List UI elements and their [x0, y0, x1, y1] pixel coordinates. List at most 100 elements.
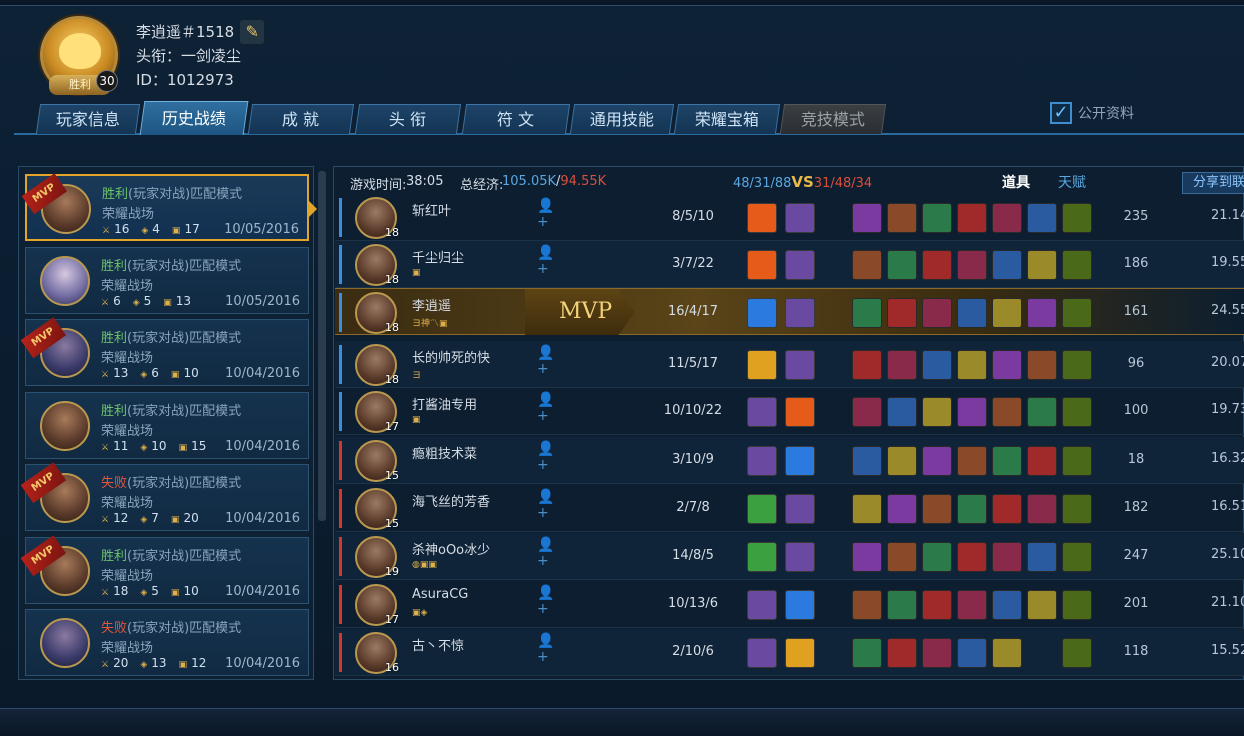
match-card[interactable]: 胜利(玩家对战)匹配模式 荣耀战场 ⚔ 11 ◈ 10 ▣ 15 10/04/2016 — [25, 392, 309, 459]
summoner-skill-icon[interactable] — [785, 250, 815, 280]
item-icon[interactable] — [922, 397, 952, 427]
item-icon[interactable] — [887, 298, 917, 328]
summoner-skill-icon[interactable] — [785, 397, 815, 427]
summoner-skill-icon[interactable] — [747, 446, 777, 476]
match-card[interactable]: 失败(玩家对战)匹配模式 荣耀战场 ⚔ 20 ◈ 13 ▣ 12 10/04/2016 — [25, 609, 309, 676]
player-row[interactable]: 15 瘾粗技术菜 👤+ 3/10/9 18 16.32 — [335, 437, 1244, 484]
item-icon[interactable] — [992, 494, 1022, 524]
match-card[interactable]: 胜利(玩家对战)匹配模式 荣耀战场 ⚔ 6 ◈ 5 ▣ 13 10/05/2016 — [25, 247, 309, 314]
match-card[interactable]: MVP 胜利(玩家对战)匹配模式 荣耀战场 ⚔ 13 ◈ 6 ▣ 10 10/04/2… — [20, 317, 309, 386]
player-row[interactable]: 18 长的帅死的快ヨ 👤+ 11/5/17 96 20.07 — [335, 341, 1244, 388]
add-friend-icon[interactable]: 👤+ — [537, 245, 557, 277]
checkbox-checked-icon[interactable]: ✓ — [1050, 102, 1072, 124]
item-icon[interactable] — [922, 638, 952, 668]
edit-pencil-icon[interactable]: ✎ — [240, 20, 265, 44]
summoner-skill-icon[interactable] — [785, 638, 815, 668]
public-profile-toggle[interactable]: ✓ 公开资料 — [1050, 102, 1134, 124]
item-icon[interactable] — [1027, 203, 1057, 233]
item-icon[interactable] — [852, 446, 882, 476]
add-friend-icon[interactable]: 👤+ — [537, 441, 557, 473]
item-icon[interactable] — [1027, 590, 1057, 620]
item-icon[interactable] — [957, 638, 987, 668]
tab-common-skills[interactable]: 通用技能 — [569, 104, 675, 134]
item-icon[interactable] — [992, 590, 1022, 620]
tab-runes[interactable]: 符 文 — [461, 104, 571, 134]
player-row[interactable]: 17 打酱油专用 ▣ 👤+ 10/10/22 100 19.73 — [335, 388, 1244, 435]
item-icon[interactable] — [1027, 494, 1057, 524]
talent-icon[interactable] — [1062, 590, 1092, 620]
talent-icon[interactable] — [1062, 350, 1092, 380]
item-icon[interactable] — [992, 638, 1022, 668]
item-icon[interactable] — [922, 494, 952, 524]
item-icon[interactable] — [957, 542, 987, 572]
tab-items[interactable]: 道具 — [1002, 172, 1030, 192]
item-icon[interactable] — [922, 203, 952, 233]
item-icon[interactable] — [957, 350, 987, 380]
item-icon[interactable] — [1027, 250, 1057, 280]
summoner-skill-icon[interactable] — [785, 298, 815, 328]
item-icon[interactable] — [957, 494, 987, 524]
item-icon[interactable] — [992, 542, 1022, 572]
talent-icon[interactable] — [1062, 542, 1092, 572]
item-icon[interactable] — [957, 590, 987, 620]
match-card[interactable]: MVP 失败(玩家对战)匹配模式 荣耀战场 ⚔ 12 ◈ 7 ▣ 20 10/04/2… — [20, 462, 309, 531]
talent-icon[interactable] — [1062, 446, 1092, 476]
item-icon[interactable] — [957, 446, 987, 476]
item-icon[interactable] — [992, 203, 1022, 233]
item-icon[interactable] — [1027, 397, 1057, 427]
item-icon[interactable] — [852, 494, 882, 524]
item-icon[interactable] — [992, 298, 1022, 328]
tab-match-history[interactable]: 历史战绩 — [139, 101, 249, 135]
player-row[interactable]: 17 AsuraCG ▣◈ 👤+ 10/13/6 201 21.10 — [335, 581, 1244, 628]
item-icon[interactable] — [922, 590, 952, 620]
player-row[interactable]: 16 古丶不惊 👤+ 2/10/6 118 15.52 — [335, 629, 1244, 676]
summoner-skill-icon[interactable] — [747, 638, 777, 668]
item-icon[interactable] — [887, 250, 917, 280]
item-icon[interactable] — [957, 203, 987, 233]
add-friend-icon[interactable]: 👤+ — [537, 392, 557, 424]
item-icon[interactable] — [887, 397, 917, 427]
item-icon[interactable] — [922, 446, 952, 476]
item-icon[interactable] — [992, 446, 1022, 476]
add-friend-icon[interactable]: 👤+ — [537, 585, 557, 617]
add-friend-icon[interactable]: 👤+ — [537, 633, 557, 665]
item-icon[interactable] — [1027, 298, 1057, 328]
player-row[interactable]: 15 海飞丝的芳香 👤+ 2/7/8 182 16.51 — [335, 485, 1244, 532]
add-friend-icon[interactable]: 👤+ — [537, 537, 557, 569]
item-icon[interactable] — [957, 298, 987, 328]
talent-icon[interactable] — [1062, 638, 1092, 668]
summoner-skill-icon[interactable] — [785, 446, 815, 476]
share-button[interactable]: 分享到联 — [1182, 172, 1244, 194]
match-card[interactable]: MVP 胜利(玩家对战)匹配模式 荣耀战场 ⚔ 16 ◈ 4 ▣ 17 10/05/2… — [21, 173, 309, 241]
add-friend-icon[interactable]: 👤+ — [537, 489, 557, 521]
tab-talents[interactable]: 天赋 — [1058, 172, 1086, 192]
tab-titles[interactable]: 头 衔 — [354, 104, 462, 134]
item-icon[interactable] — [922, 250, 952, 280]
player-row[interactable]: 18 千尘归尘 ▣ 👤+ 3/7/22 186 19.55 — [335, 241, 1244, 288]
item-icon[interactable] — [887, 638, 917, 668]
player-row[interactable]: 19 杀神oOo冰少 ◍▣▣ 👤+ 14/8/5 247 25.10 — [335, 533, 1244, 580]
summoner-skill-icon[interactable] — [747, 542, 777, 572]
summoner-skill-icon[interactable] — [747, 250, 777, 280]
talent-icon[interactable] — [1062, 397, 1092, 427]
item-icon[interactable] — [887, 590, 917, 620]
tab-achievements[interactable]: 成 就 — [247, 104, 355, 134]
item-icon[interactable] — [852, 638, 882, 668]
item-icon[interactable] — [992, 350, 1022, 380]
tab-player-info[interactable]: 玩家信息 — [35, 104, 141, 134]
summoner-skill-icon[interactable] — [785, 590, 815, 620]
item-icon[interactable] — [852, 590, 882, 620]
summoner-skill-icon[interactable] — [785, 494, 815, 524]
player-row[interactable]: 18 李逍遥ヨ神〽▣ MVP 16/4/17 161 24.55 — [335, 288, 1244, 335]
item-icon[interactable] — [852, 350, 882, 380]
talent-icon[interactable] — [1062, 250, 1092, 280]
summoner-skill-icon[interactable] — [747, 494, 777, 524]
item-icon[interactable] — [852, 542, 882, 572]
summoner-skill-icon[interactable] — [785, 350, 815, 380]
item-icon[interactable] — [852, 203, 882, 233]
summoner-skill-icon[interactable] — [747, 350, 777, 380]
summoner-skill-icon[interactable] — [785, 542, 815, 572]
summoner-skill-icon[interactable] — [747, 298, 777, 328]
summoner-skill-icon[interactable] — [747, 203, 777, 233]
tab-ranked-mode[interactable]: 竞技模式 — [779, 104, 887, 134]
